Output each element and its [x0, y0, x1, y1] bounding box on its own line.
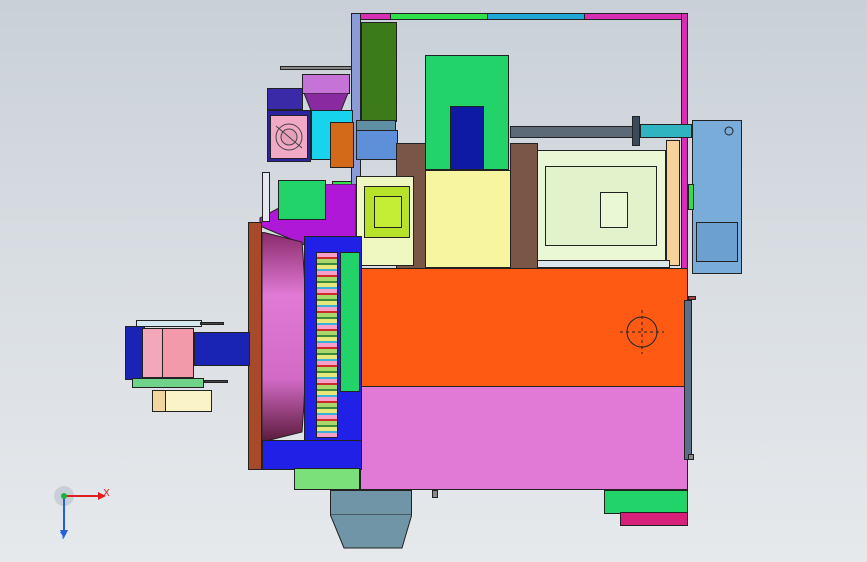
aux-cable-top	[200, 322, 224, 325]
brown-right-block	[510, 143, 538, 269]
bolt-right-2	[688, 454, 694, 460]
bottom-hopper-funnel	[330, 514, 412, 549]
aux-tan-block	[152, 390, 166, 412]
cad-viewport[interactable]: X Y	[0, 0, 867, 562]
rod-top	[280, 66, 352, 70]
olive-column	[361, 22, 397, 122]
rotary-disk	[261, 232, 307, 442]
lightblue-block	[356, 130, 398, 160]
top-frame-bar-green	[390, 13, 488, 20]
aux-blue-shaft	[194, 332, 250, 366]
side-panel-window	[696, 222, 738, 262]
top-frame-bar-blue	[487, 13, 585, 20]
bottom-bolt	[432, 490, 438, 498]
pump-rotor	[275, 123, 303, 151]
navy-slot	[450, 106, 484, 170]
bolt-right-1	[688, 296, 696, 300]
aux-green-rail	[132, 378, 204, 388]
stage-label-box	[600, 192, 628, 228]
bottom-right-magenta	[620, 512, 688, 526]
side-panel-hole	[724, 126, 734, 136]
green-side-strip	[340, 252, 360, 392]
lilac-hopper	[302, 74, 350, 94]
blue-base	[262, 440, 362, 470]
lime-clamp-inner	[374, 196, 402, 228]
axis-y-label: Y	[60, 531, 67, 542]
housing-bore	[620, 310, 664, 354]
lightgreen-base	[294, 468, 360, 490]
right-frame-post	[681, 13, 688, 273]
pink-housing	[360, 386, 688, 490]
navy-box-top	[267, 88, 303, 110]
white-post	[262, 172, 270, 222]
top-frame-bar-pink	[584, 13, 688, 20]
stage-bottom-rail	[536, 260, 670, 268]
stage-dark-post	[632, 116, 640, 146]
housing-right-strip	[684, 300, 692, 460]
green-collar	[278, 180, 326, 220]
side-green-strip	[688, 184, 694, 210]
axis-triad	[54, 486, 106, 538]
bottom-right-green	[604, 490, 688, 514]
aux-top-rail	[136, 320, 202, 327]
stage-top-rail	[510, 126, 650, 138]
yellow-center-block	[425, 170, 511, 268]
aux-cable-bottom	[204, 380, 228, 383]
orange-bracket	[330, 122, 354, 168]
cartridge-column	[316, 252, 338, 438]
stage-peach-post	[666, 140, 680, 266]
bottom-hopper-top	[330, 490, 412, 516]
axis-x-label: X	[103, 488, 110, 499]
aux-pink-block-right	[162, 328, 194, 378]
stage-teal-arm	[640, 124, 692, 138]
